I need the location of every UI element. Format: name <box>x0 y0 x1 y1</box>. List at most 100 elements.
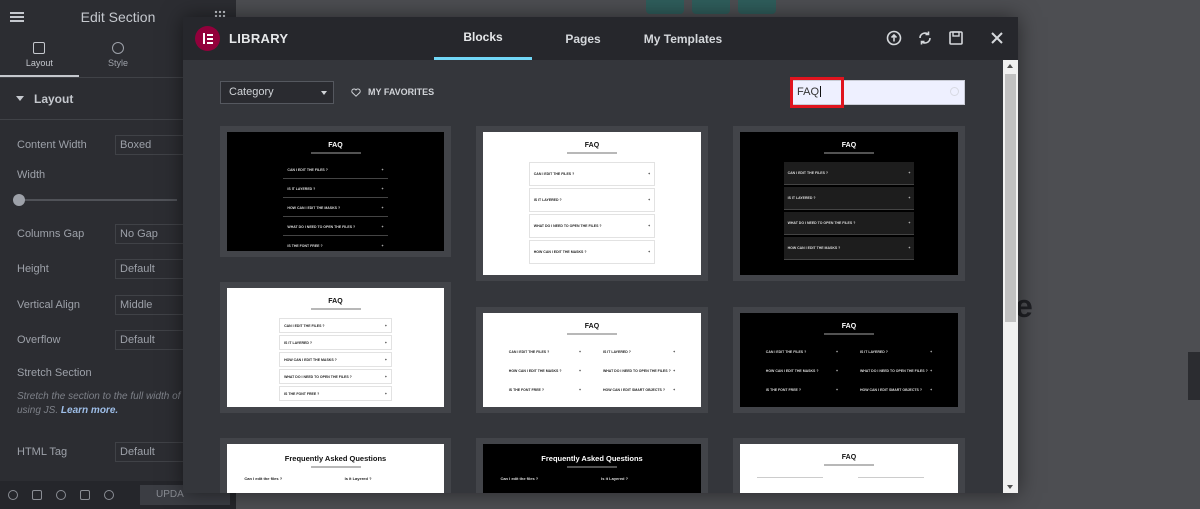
scrollbar-thumb[interactable] <box>1005 74 1016 322</box>
canvas-control-icon[interactable] <box>738 0 776 14</box>
faq-row: WHAT DO I NEED TO OPEN THE FILES ? + <box>602 368 676 373</box>
responsive-icon[interactable] <box>80 490 90 500</box>
faq-row: IS IT LAYERED ? + <box>602 349 676 354</box>
template-grid: FAQ CAN I EDIT THE FILES ? + IS IT LAYERE… <box>183 124 1003 493</box>
library-header: LIBRARY Blocks Pages My Templates <box>183 17 1018 60</box>
faq-question: Is it Layered ? <box>601 476 629 481</box>
dropdown-arrow-icon <box>321 91 327 95</box>
faq-row: IS IT LAYERED ? + <box>279 335 392 350</box>
template-thumbnail: FAQ CAN I EDIT THE FILES ? + HOW CAN I ED… <box>740 313 958 407</box>
tab-style-label: Style <box>108 58 129 68</box>
template-thumbnail: FAQ <box>740 444 958 493</box>
faq-row: IS IT LAYERED ? + <box>283 181 388 198</box>
template-heading: Frequently Asked Questions <box>284 454 387 463</box>
search-icon <box>950 87 959 96</box>
upload-icon[interactable] <box>886 30 902 46</box>
settings-icon[interactable] <box>8 490 18 500</box>
navigator-icon[interactable] <box>32 490 42 500</box>
faq-row: WHAT DO I NEED TO OPEN THE FILES ? + <box>528 214 656 238</box>
faq-question: Can I edit the files ? <box>244 476 283 481</box>
template-heading: FAQ <box>584 142 600 149</box>
tab-pages[interactable]: Pages <box>535 17 631 60</box>
scroll-up-icon[interactable] <box>1007 64 1013 68</box>
template-card[interactable]: FAQ CAN I EDIT THE FILES ? + IS IT LAYERE… <box>220 126 451 257</box>
template-card[interactable]: FAQ CAN I EDIT THE FILES ? + IS IT LAYERE… <box>476 126 708 281</box>
template-thumbnail: Frequently Asked Questions Can I edit th… <box>483 444 701 493</box>
stretch-note: Stretch the section to the full width of… <box>17 390 197 418</box>
template-card[interactable]: Frequently Asked Questions Can I edit th… <box>220 438 451 493</box>
template-thumbnail: Frequently Asked Questions Can I edit th… <box>227 444 444 493</box>
content-width-label: Content Width <box>17 139 87 151</box>
stretch-note-text: Stretch the section to the full width of… <box>17 391 192 402</box>
slider-handle[interactable] <box>13 194 25 206</box>
stretch-note-text-2: using JS. <box>17 405 59 416</box>
faq-question: Can I edit the files ? <box>500 476 539 481</box>
template-card[interactable]: Frequently Asked Questions Can I edit th… <box>476 438 708 493</box>
faq-row: HOW CAN I EDIT THE MASKS ? + <box>283 200 388 217</box>
library-scrollbar[interactable] <box>1003 60 1018 493</box>
category-select[interactable]: Category <box>220 81 334 104</box>
tab-my-templates[interactable]: My Templates <box>634 17 732 60</box>
faq-row: WHAT DO I NEED TO OPEN THE FILES ? + <box>859 368 933 373</box>
history-icon[interactable] <box>56 490 66 500</box>
category-select-value: Category <box>229 86 274 98</box>
faq-row: CAN I EDIT THE FILES ? + <box>528 162 656 186</box>
template-card[interactable]: FAQ CAN I EDIT THE FILES ? + IS IT LAYERE… <box>733 126 965 281</box>
template-heading: FAQ <box>841 142 857 149</box>
learn-more-link[interactable]: Learn more. <box>61 405 118 416</box>
search-highlight-annotation <box>790 77 844 108</box>
template-heading: Frequently Asked Questions <box>541 454 643 463</box>
faq-row: IS IT LAYERED ? + <box>859 349 933 354</box>
html-tag-label: HTML Tag <box>17 446 68 458</box>
template-thumbnail: FAQ CAN I EDIT THE FILES ? + IS IT LAYERE… <box>740 132 958 275</box>
template-card[interactable]: FAQ <box>733 438 965 493</box>
template-thumbnail: FAQ CAN I EDIT THE FILES ? + IS IT LAYERE… <box>483 132 701 275</box>
template-card[interactable]: FAQ CAN I EDIT THE FILES ? + HOW CAN I ED… <box>733 307 965 413</box>
template-card[interactable]: FAQ CAN I EDIT THE FILES ? + IS IT LAYERE… <box>220 282 451 413</box>
width-slider[interactable] <box>13 194 177 206</box>
faq-row: IS THE FONT FREE ? + <box>283 238 387 251</box>
scroll-down-icon[interactable] <box>1007 485 1013 489</box>
template-heading: FAQ <box>841 323 857 330</box>
sync-icon[interactable] <box>917 30 933 46</box>
section-label: Layout <box>34 91 74 106</box>
preview-icon[interactable] <box>104 490 114 500</box>
faq-row: HOW CAN I EDIT THE MASKS ? + <box>279 352 392 367</box>
tab-blocks[interactable]: Blocks <box>434 17 532 60</box>
template-thumbnail: FAQ CAN I EDIT THE FILES ? + IS IT LAYERE… <box>227 288 444 407</box>
template-card[interactable]: FAQ CAN I EDIT THE FILES ? + HOW CAN I ED… <box>476 307 708 413</box>
page-scrollbar[interactable] <box>1188 352 1200 400</box>
faq-row: CAN I EDIT THE FILES ? + <box>783 162 915 185</box>
layout-icon <box>33 42 46 54</box>
tab-layout[interactable]: Layout <box>0 34 79 77</box>
vertical-align-label: Vertical Align <box>17 299 80 311</box>
faq-row: HOW CAN I EDIT SMART OBJECTS ? + <box>859 387 933 392</box>
style-icon <box>112 42 124 54</box>
faq-row: IS THE FONT FREE ? + <box>765 387 839 392</box>
faq-row: IS THE FONT FREE ? + <box>508 387 582 392</box>
my-favorites-filter[interactable]: MY FAVORITES <box>351 87 434 97</box>
height-label: Height <box>17 263 49 275</box>
faq-row: HOW CAN I EDIT THE MASKS ? + <box>528 240 656 264</box>
library-title: LIBRARY <box>229 31 289 46</box>
faq-row: WHAT DO I NEED TO OPEN THE FILES ? + <box>783 212 915 235</box>
save-icon[interactable] <box>948 30 964 46</box>
faq-row: CAN I EDIT THE FILES ? + <box>279 318 392 333</box>
library-modal: LIBRARY Blocks Pages My Templates Catego… <box>183 17 1018 493</box>
stretch-section-label: Stretch Section <box>17 367 92 379</box>
width-label: Width <box>17 169 46 181</box>
canvas-control-icon[interactable] <box>692 0 730 14</box>
elementor-logo-icon <box>195 26 220 51</box>
faq-row: IS IT LAYERED ? + <box>528 188 656 212</box>
template-heading: FAQ <box>841 454 857 461</box>
faq-row: CAN I EDIT THE FILES ? + <box>283 162 388 179</box>
canvas-control-icon[interactable] <box>646 0 684 14</box>
close-icon[interactable] <box>989 30 1005 46</box>
template-heading: FAQ <box>328 142 343 149</box>
faq-row: HOW CAN I EDIT SMART OBJECTS ? + <box>602 387 676 392</box>
faq-row: WHAT DO I NEED TO OPEN THE FILES ? + <box>283 219 388 236</box>
tab-layout-label: Layout <box>25 58 53 68</box>
tab-style[interactable]: Style <box>79 34 158 77</box>
faq-row: IS IT LAYERED ? + <box>783 187 915 210</box>
template-thumbnail: FAQ CAN I EDIT THE FILES ? + IS IT LAYERE… <box>227 132 444 251</box>
